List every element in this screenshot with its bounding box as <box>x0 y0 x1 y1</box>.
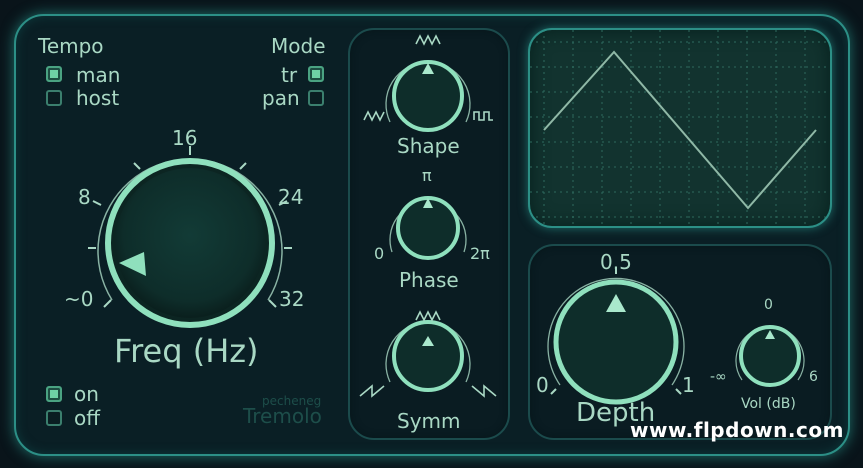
vol-max-label: 6 <box>809 369 818 385</box>
vol-label: Vol (dB) <box>741 396 796 412</box>
depth-mid-label: 0.5 <box>600 250 632 274</box>
vol-mid-label: 0 <box>764 297 773 313</box>
vol-min-label: -∞ <box>710 369 727 385</box>
depth-max-label: 1 <box>682 373 695 397</box>
output-knobs-graphics <box>547 267 805 405</box>
watermark-text: www.flpdown.com <box>630 418 844 442</box>
depth-min-label: 0 <box>536 373 549 397</box>
